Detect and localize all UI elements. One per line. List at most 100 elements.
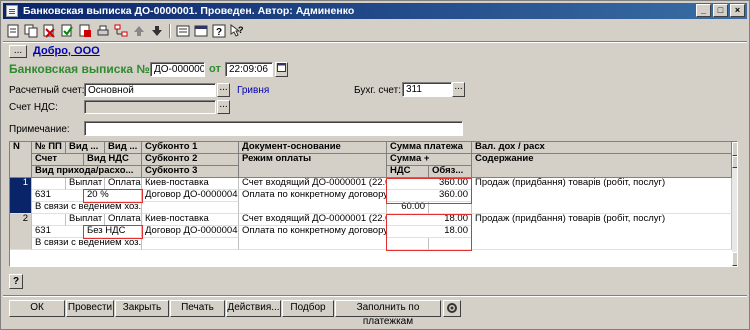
table-cell-account[interactable]: 631 (32, 190, 84, 202)
buh-account-select-button[interactable]: ... (452, 82, 465, 97)
col-sum-vat-header[interactable]: Сумма + (387, 154, 472, 166)
account-field[interactable]: Основной (84, 83, 216, 97)
ok-button[interactable]: ОК (9, 300, 65, 317)
row-number[interactable]: 1 (10, 178, 32, 214)
gear-icon (447, 303, 457, 313)
col-income-header[interactable]: Вид прихода/расхо... (32, 166, 142, 178)
title-bar: Банковская выписка ДО-0000001. Проведен.… (3, 3, 747, 19)
col-mode-header[interactable]: Режим оплаты (239, 154, 387, 178)
close-button[interactable]: Закрыть (115, 300, 169, 317)
currency-label: Гривня (237, 85, 270, 96)
doc-time-field[interactable]: 22:09:06 (225, 62, 273, 77)
close-window-button[interactable]: × (730, 4, 745, 17)
vertical-scrollbar[interactable]: ▲ ▼ (732, 142, 737, 266)
doc-number-field[interactable]: ДО-0000001 (150, 62, 205, 77)
post-button[interactable]: Провести (66, 300, 114, 317)
note-label: Примечание: (9, 124, 70, 135)
col-sub2-header[interactable]: Субконто 2 (142, 154, 239, 166)
down-arrow-icon[interactable] (149, 23, 165, 39)
svg-text:?: ? (216, 27, 222, 38)
col-vat-header[interactable]: НДС (387, 166, 429, 178)
vat-account-select-button[interactable]: ... (217, 100, 230, 114)
col-type-header[interactable]: Вид ... (66, 142, 105, 154)
table-cell-sub2[interactable]: Договор ДО-0000004 | (142, 190, 239, 202)
table-cell[interactable] (32, 214, 66, 226)
calendar-button[interactable] (275, 62, 288, 77)
unpost-icon[interactable] (77, 23, 93, 39)
table-cell-sub2[interactable]: Договор ДО-0000004 | (142, 226, 239, 238)
delete-icon[interactable] (41, 23, 57, 39)
document-icon (6, 5, 18, 17)
table-cell-mode[interactable]: Оплата по конкретному договору (с (239, 226, 387, 250)
print-icon[interactable] (95, 23, 111, 39)
minimize-button[interactable]: _ (696, 4, 711, 17)
table-cell[interactable] (32, 178, 66, 190)
payments-table: N № ПП Вид ... Вид ... Счет Вид НДС Вид … (9, 141, 738, 267)
table-cell-account[interactable]: 631 (32, 226, 84, 238)
context-help-icon[interactable]: ? (229, 23, 245, 39)
doc-title-label: Банковская выписка № (9, 62, 150, 76)
calendar-icon (277, 63, 286, 72)
account-select-button[interactable]: ... (217, 83, 230, 97)
settings-button[interactable] (443, 300, 461, 317)
table-cell-sub1[interactable]: Киев-поставка (142, 178, 239, 190)
new-doc-icon[interactable] (5, 23, 21, 39)
help-button[interactable]: ? (9, 274, 23, 289)
col-sum-header[interactable]: Сумма платежа (387, 142, 472, 154)
svg-text:?: ? (238, 25, 244, 35)
col-content-header[interactable]: Содержание (472, 154, 732, 178)
table-cell-doc[interactable]: Счет входящий ДО-0000001 (22.09.0 (239, 178, 387, 190)
vat-highlight-box (83, 225, 143, 239)
toolbar: ? ? (5, 22, 245, 40)
calendar-icon[interactable] (193, 23, 209, 39)
post-icon[interactable] (59, 23, 75, 39)
document-window: Банковская выписка ДО-0000001. Проведен.… (0, 0, 750, 330)
up-arrow-icon[interactable] (131, 23, 147, 39)
table-cell-doc[interactable]: Счет входящий ДО-0000001 (22.09.0 (239, 214, 387, 226)
note-field[interactable] (84, 121, 463, 136)
scroll-up-icon[interactable]: ▲ (732, 142, 737, 156)
scroll-down-icon[interactable]: ▼ (732, 252, 737, 266)
table-cell-sub3[interactable] (142, 202, 239, 214)
table-cell-sub3[interactable] (142, 238, 239, 250)
table-cell-content[interactable]: Продаж (придбання) товарів (робіт, послу… (472, 214, 732, 250)
account-label: Расчетный счет: (9, 85, 85, 96)
col-sub3-header[interactable]: Субконто 3 (142, 166, 239, 178)
print-button[interactable]: Печать (170, 300, 225, 317)
table-cell-sub1[interactable]: Киев-поставка (142, 214, 239, 226)
vat-account-field[interactable] (84, 100, 216, 114)
help-icon[interactable]: ? (211, 23, 227, 39)
buh-account-label: Бухг. счет: (354, 85, 402, 96)
col-mandatory-header[interactable]: Обяз... (429, 166, 472, 178)
copy-icon[interactable] (23, 23, 39, 39)
col-account-header[interactable]: Счет (32, 154, 84, 166)
table-cell-memo[interactable]: В связи с ведением хоз. д (32, 238, 142, 250)
vat-account-label: Счет НДС: (9, 102, 58, 113)
col-sub1-header[interactable]: Субконто 1 (142, 142, 239, 154)
from-label: от (209, 63, 221, 75)
row-number[interactable]: 2 (10, 214, 32, 250)
col-currency-header[interactable]: Вал. дох / расх (472, 142, 732, 154)
col-vat-kind-header[interactable]: Вид НДС (84, 154, 142, 166)
table-cell-mode[interactable]: Оплата по конкретному договору (с (239, 190, 387, 214)
list-icon[interactable] (175, 23, 191, 39)
col-doc-header[interactable]: Документ-основание (239, 142, 387, 154)
fill-by-payments-button[interactable]: Заполнить по платежкам (335, 300, 441, 327)
col-kind-header[interactable]: Вид ... (105, 142, 142, 154)
pick-button[interactable]: Подбор (282, 300, 334, 317)
buh-account-field[interactable]: 311 (402, 82, 452, 97)
table-cell-memo[interactable]: В связи с ведением хоз. д (32, 202, 142, 214)
window-title: Банковская выписка ДО-0000001. Проведен.… (23, 5, 355, 17)
org-select-button[interactable]: ... (9, 45, 27, 58)
table-cell-content[interactable]: Продаж (придбання) товарів (робіт, послу… (472, 178, 732, 214)
col-n-header[interactable]: N (10, 142, 32, 178)
sum-highlight-box (386, 214, 472, 251)
organization-link[interactable]: Добро, ООО (33, 45, 100, 57)
sum-highlight-box (386, 178, 472, 204)
actions-button[interactable]: Действия... (226, 300, 281, 317)
scroll-thumb[interactable] (732, 156, 737, 168)
maximize-button[interactable]: □ (713, 4, 728, 17)
structure-icon[interactable] (113, 23, 129, 39)
col-pp-header[interactable]: № ПП (32, 142, 66, 154)
vat-highlight-box (83, 189, 143, 203)
